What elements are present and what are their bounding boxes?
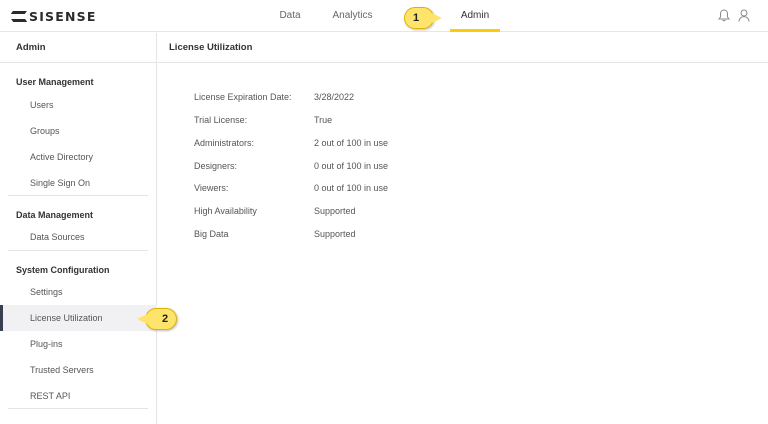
sidebar-item-rest-api[interactable]: REST API xyxy=(0,383,157,409)
sidebar-section-system-configuration: System Configuration xyxy=(0,265,157,275)
callout-badge-1: 1 xyxy=(404,7,442,29)
logo-text: SISENSE xyxy=(29,8,97,24)
sidebar-section-title: System Configuration xyxy=(16,265,110,275)
logo-mark-icon xyxy=(12,10,26,22)
sidebar-section-data-management: Data Management xyxy=(0,210,157,220)
nav-tab-analytics[interactable]: Analytics xyxy=(325,0,380,32)
info-label: Designers: xyxy=(194,161,238,171)
sidebar-divider xyxy=(8,195,148,196)
sidebar-item-single-sign-on[interactable]: Single Sign On xyxy=(0,170,157,196)
info-label: Trial License: xyxy=(194,115,248,125)
sisense-logo[interactable]: SISENSE xyxy=(12,8,97,24)
nav-tab-admin[interactable]: Admin xyxy=(450,0,500,32)
info-label: Big Data xyxy=(194,229,229,239)
admin-sidebar: Admin User Management Users Groups Activ… xyxy=(0,33,157,424)
info-label: Viewers: xyxy=(194,183,229,193)
sidebar-item-settings[interactable]: Settings xyxy=(0,279,157,305)
info-label: High Availability xyxy=(194,206,257,216)
nav-tab-data[interactable]: Data xyxy=(270,0,310,32)
sidebar-item-data-sources[interactable]: Data Sources xyxy=(0,224,157,250)
sidebar-divider xyxy=(8,250,148,251)
sidebar-item-active-directory[interactable]: Active Directory xyxy=(0,144,157,170)
sidebar-item-plug-ins[interactable]: Plug-ins xyxy=(0,331,157,357)
info-value: Supported xyxy=(314,229,356,239)
top-bar: SISENSE Data Analytics Admin xyxy=(0,0,768,32)
bell-icon[interactable] xyxy=(718,9,730,22)
info-value: 0 out of 100 in use xyxy=(314,161,389,171)
sidebar-header: Admin xyxy=(0,33,156,63)
info-value: Supported xyxy=(314,206,356,216)
info-label: License Expiration Date: xyxy=(194,92,292,102)
sidebar-section-title: Data Management xyxy=(16,210,94,220)
user-icon[interactable] xyxy=(738,9,750,22)
sidebar-item-groups[interactable]: Groups xyxy=(0,118,157,144)
sidebar-section-title: User Management xyxy=(16,77,94,87)
sidebar-divider xyxy=(8,408,148,409)
sidebar-item-trusted-servers[interactable]: Trusted Servers xyxy=(0,357,157,383)
sidebar-section-user-management: User Management xyxy=(0,77,157,87)
license-utilization-panel: License Utilization License Expiration D… xyxy=(158,33,768,424)
sidebar-item-license-utilization[interactable]: License Utilization xyxy=(0,305,157,331)
info-value: 0 out of 100 in use xyxy=(314,183,389,193)
page-title: License Utilization xyxy=(158,33,768,63)
info-label: Administrators: xyxy=(194,138,255,148)
sidebar-item-users[interactable]: Users xyxy=(0,92,157,118)
info-value: 3/28/2022 xyxy=(314,92,355,102)
info-value: True xyxy=(314,115,333,125)
info-value: 2 out of 100 in use xyxy=(314,138,389,148)
